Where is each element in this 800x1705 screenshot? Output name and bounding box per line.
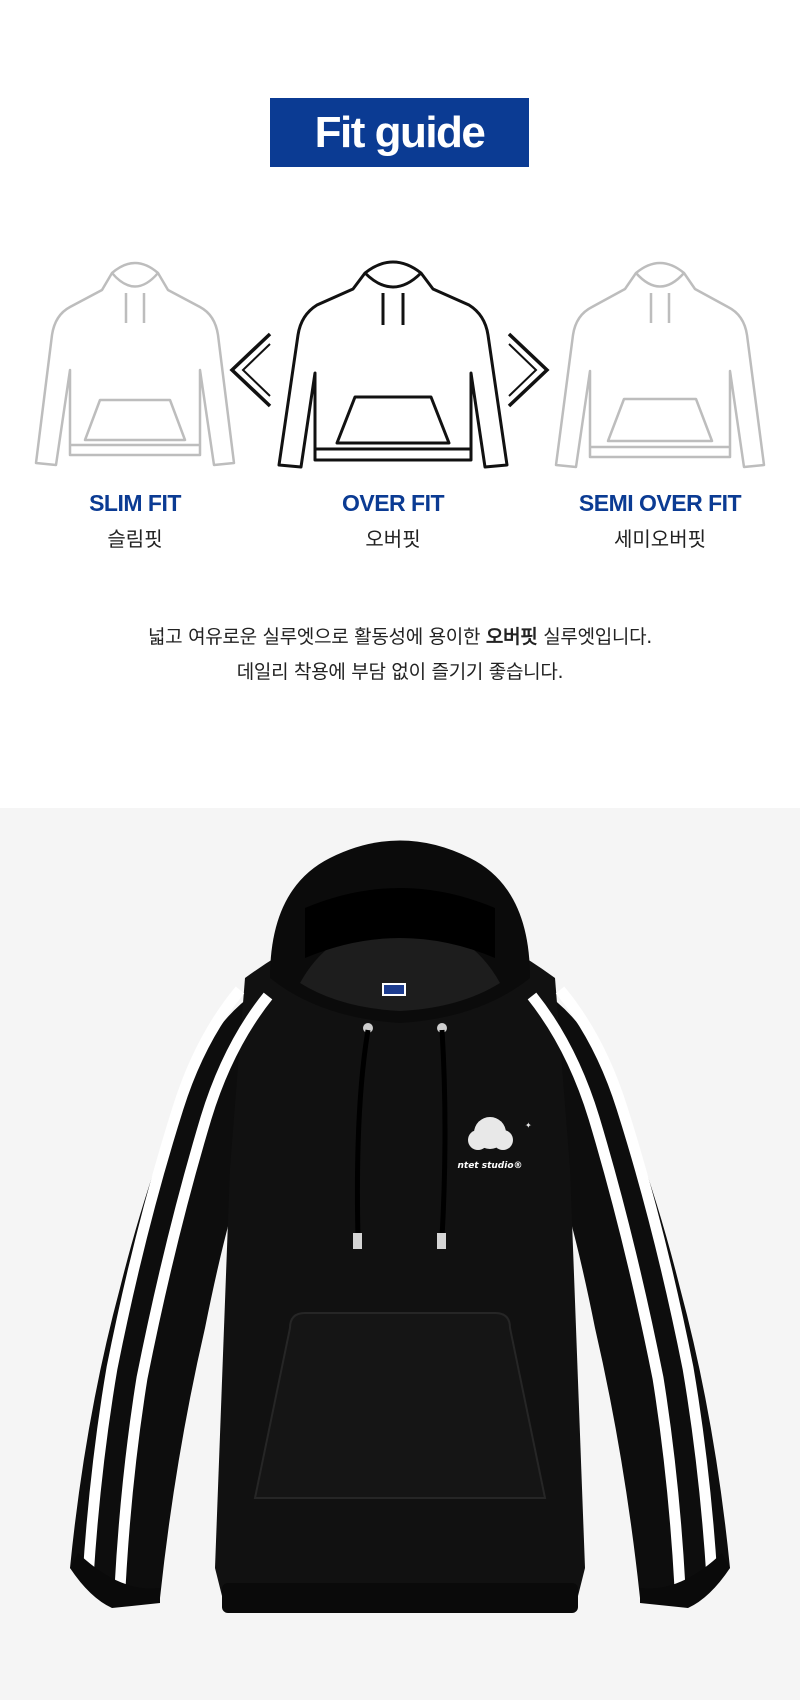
- description-line-2: 데일리 착용에 부담 없이 즐기기 좋습니다.: [236, 661, 564, 683]
- black-hoodie-image: ✦ ✦ ntet studio®: [70, 840, 730, 1613]
- fit-option-over: OVER FIT 오버핏: [263, 255, 523, 552]
- fit-name-over: OVER FIT: [341, 490, 445, 516]
- description-text: 실루엣입니다.: [537, 626, 653, 648]
- fit-korean-slim: 슬림핏: [107, 527, 163, 551]
- svg-text:✦: ✦: [525, 1121, 532, 1130]
- fit-name-semi-over: SEMI OVER FIT: [578, 490, 742, 516]
- over-hoodie-icon: [277, 260, 509, 469]
- fit-name-slim: SLIM FIT: [89, 490, 181, 516]
- fit-comparison: SLIM FIT 슬림핏 OVER FIT 오버핏 SEMI OVER FIT …: [0, 255, 800, 555]
- fit-korean-over: 오버핏: [365, 527, 421, 551]
- fit-guide-title-box: Fit guide: [270, 98, 529, 167]
- description-highlight: 오버핏: [485, 626, 538, 648]
- product-photo: ✦ ✦ ntet studio®: [0, 808, 800, 1700]
- description-text: 넓고 여유로운 실루엣으로 활동성에 용이한: [147, 626, 486, 648]
- fit-option-semi-over: SEMI OVER FIT 세미오버핏: [530, 255, 790, 552]
- description-line-1: 넓고 여유로운 실루엣으로 활동성에 용이한 오버핏 실루엣입니다.: [0, 620, 800, 655]
- chest-logo-text: ntet studio®: [457, 1161, 522, 1171]
- fit-korean-semi-over: 세미오버핏: [614, 527, 706, 551]
- svg-text:✦: ✦: [478, 1126, 486, 1136]
- page-title: Fit guide: [314, 107, 486, 157]
- semi-over-hoodie-icon: [554, 261, 766, 469]
- slim-hoodie-icon: [34, 261, 236, 467]
- fit-description: 넓고 여유로운 실루엣으로 활동성에 용이한 오버핏 실루엣입니다. 데일리 착…: [0, 620, 800, 690]
